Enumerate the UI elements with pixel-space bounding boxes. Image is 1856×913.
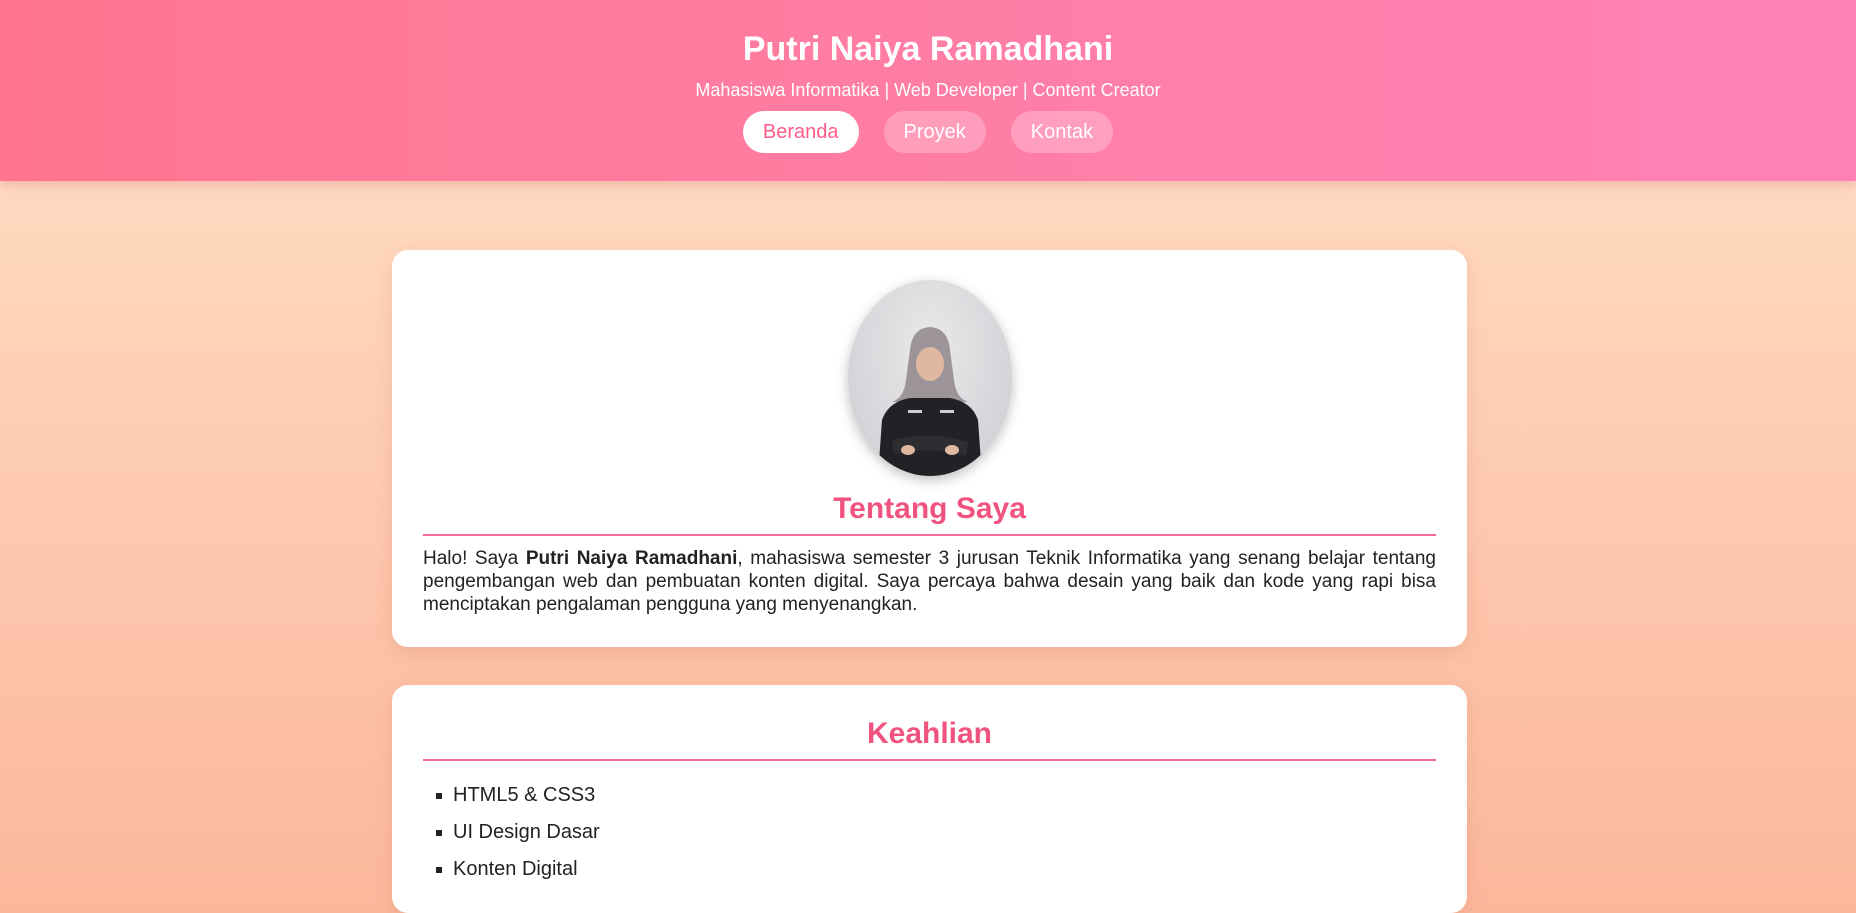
about-text: Halo! Saya Putri Naiya Ramadhani, mahasi… — [423, 548, 1436, 615]
skill-item: HTML5 & CSS3 — [436, 777, 600, 814]
bullet-icon — [436, 866, 442, 873]
skills-list: HTML5 & CSS3 UI Design Dasar Konten Digi… — [436, 777, 600, 888]
bullet-icon — [436, 792, 442, 799]
nav-link-proyek[interactable]: Proyek — [883, 111, 986, 153]
profile-photo — [848, 280, 1012, 476]
about-name-bold: Putri Naiya Ramadhani — [525, 548, 738, 569]
bullet-icon — [436, 829, 442, 836]
site-subtitle: Mahasiswa Informatika | Web Developer | … — [695, 80, 1161, 100]
skill-item: Konten Digital — [436, 851, 600, 888]
skills-card: Keahlian HTML5 & CSS3 UI Design Dasar Ko… — [392, 685, 1467, 913]
site-title: Putri Naiya Ramadhani — [742, 30, 1114, 68]
nav-link-beranda[interactable]: Beranda — [742, 111, 859, 153]
about-card: Tentang Saya Halo! Saya Putri Naiya Rama… — [392, 250, 1467, 647]
site-header: Putri Naiya Ramadhani Mahasiswa Informat… — [0, 0, 1856, 181]
skills-title: Keahlian — [423, 717, 1436, 761]
about-title: Tentang Saya — [423, 492, 1436, 536]
nav-link-kontak[interactable]: Kontak — [1010, 111, 1114, 153]
skill-item: UI Design Dasar — [436, 814, 600, 851]
main-nav: Beranda Proyek Kontak — [0, 111, 1856, 153]
